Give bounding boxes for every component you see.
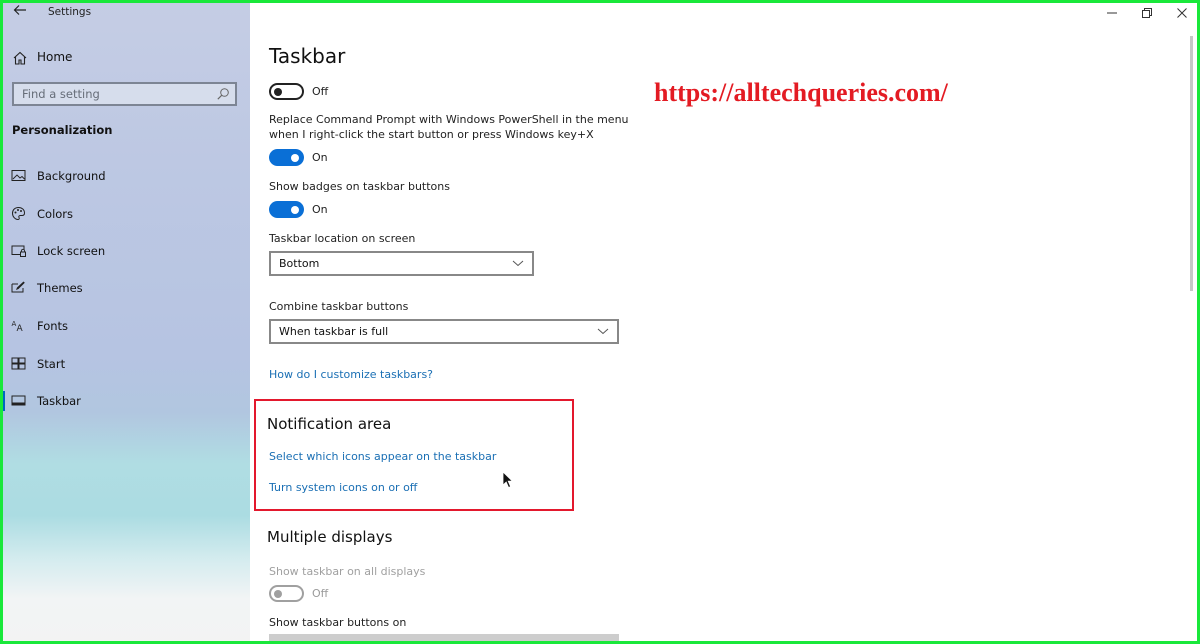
top-toggle-state: Off	[312, 85, 329, 98]
chevron-down-icon	[512, 260, 524, 267]
mouse-cursor-icon	[502, 471, 514, 489]
main-content: Taskbar Off Replace Command Prompt with …	[250, 0, 1200, 644]
sidebar-item-label: Themes	[37, 281, 83, 295]
close-icon	[1177, 8, 1187, 18]
sidebar-item-background[interactable]: Background	[0, 162, 250, 190]
show-all-displays-toggle[interactable]	[269, 585, 304, 602]
themes-icon	[11, 281, 25, 293]
sidebar-item-taskbar[interactable]: Taskbar	[0, 387, 250, 415]
sidebar: Settings Home Personalization Background…	[0, 0, 250, 644]
watermark-url: https://alltechqueries.com/	[654, 78, 948, 107]
show-all-displays-label: Show taskbar on all displays	[269, 565, 426, 578]
sidebar-item-label: Start	[37, 357, 66, 371]
location-label: Taskbar location on screen	[269, 232, 416, 245]
powershell-label-line2: when I right-click the start button or p…	[269, 128, 594, 141]
location-dropdown-value: Bottom	[279, 257, 320, 270]
lock-screen-icon	[11, 245, 26, 257]
restore-button[interactable]	[1132, 3, 1162, 23]
minimize-button[interactable]	[1097, 3, 1127, 23]
combine-dropdown[interactable]: When taskbar is full	[269, 319, 619, 344]
search-icon[interactable]	[216, 87, 230, 101]
badges-toggle[interactable]	[269, 201, 304, 218]
fonts-icon: AA	[12, 320, 24, 333]
buttons-on-label: Show taskbar buttons on	[269, 616, 407, 629]
home-icon	[13, 51, 27, 65]
sidebar-item-label: Taskbar	[37, 394, 81, 408]
close-button[interactable]	[1167, 3, 1197, 23]
sidebar-item-themes[interactable]: Themes	[0, 274, 250, 302]
select-icons-link[interactable]: Select which icons appear on the taskbar	[269, 450, 496, 463]
start-icon	[11, 357, 26, 370]
sidebar-item-lock-screen[interactable]: Lock screen	[0, 237, 250, 265]
svg-text:A: A	[17, 324, 24, 333]
back-button[interactable]	[10, 3, 30, 23]
sidebar-item-label: Colors	[37, 207, 74, 221]
location-dropdown[interactable]: Bottom	[269, 251, 534, 276]
image-icon	[11, 170, 26, 181]
search-box	[12, 82, 237, 106]
customize-taskbars-link[interactable]: How do I customize taskbars?	[269, 368, 433, 381]
powershell-toggle[interactable]	[269, 149, 304, 166]
page-title: Taskbar	[269, 44, 346, 68]
combine-dropdown-value: When taskbar is full	[279, 325, 389, 338]
arrow-left-icon	[13, 5, 26, 15]
sidebar-item-label: Lock screen	[37, 244, 106, 258]
show-all-displays-state: Off	[312, 587, 329, 600]
buttons-on-dropdown[interactable]	[269, 634, 619, 644]
restore-icon	[1142, 8, 1152, 18]
sidebar-item-home[interactable]: Home	[0, 45, 250, 71]
minimize-icon	[1107, 12, 1117, 14]
top-toggle[interactable]	[269, 83, 304, 100]
badges-toggle-state: On	[312, 203, 328, 216]
sidebar-item-label: Home	[37, 50, 73, 64]
system-icons-link[interactable]: Turn system icons on or off	[269, 481, 417, 494]
sidebar-item-label: Fonts	[37, 319, 69, 333]
multiple-displays-header: Multiple displays	[267, 528, 393, 546]
notification-area-header: Notification area	[267, 415, 392, 433]
chevron-down-icon	[597, 328, 609, 335]
sidebar-item-start[interactable]: Start	[0, 350, 250, 378]
app-title: Settings	[48, 6, 92, 18]
taskbar-icon	[11, 395, 26, 406]
sidebar-item-colors[interactable]: Colors	[0, 200, 250, 228]
powershell-toggle-state: On	[312, 151, 328, 164]
badges-label: Show badges on taskbar buttons	[269, 180, 450, 193]
powershell-label-line1: Replace Command Prompt with Windows Powe…	[269, 113, 629, 126]
sidebar-item-fonts[interactable]: AA Fonts	[0, 312, 250, 340]
scrollbar[interactable]	[1190, 36, 1193, 291]
section-title: Personalization	[12, 123, 113, 137]
sidebar-item-label: Background	[37, 169, 106, 183]
search-input[interactable]	[22, 87, 202, 101]
combine-label: Combine taskbar buttons	[269, 300, 409, 313]
palette-icon	[11, 206, 26, 221]
